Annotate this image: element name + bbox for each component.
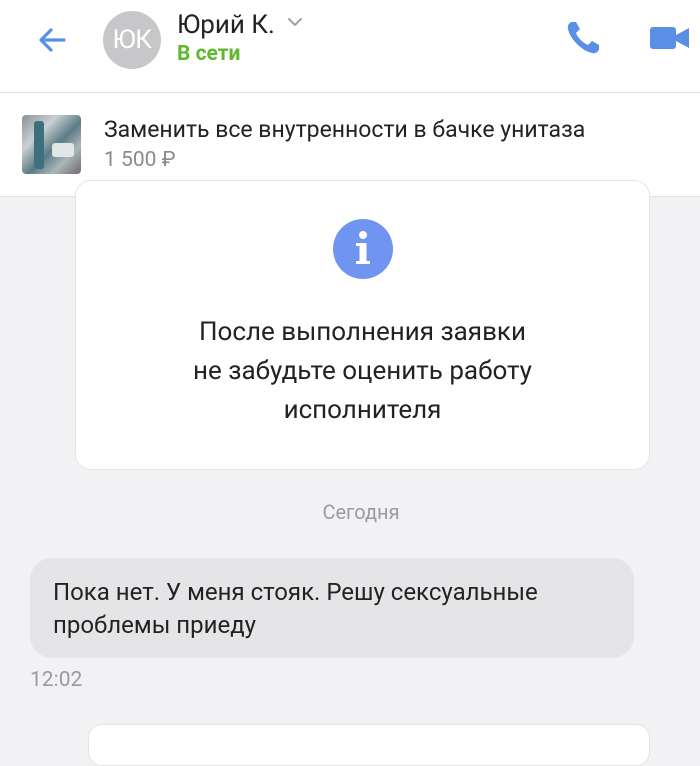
order-thumbnail	[22, 115, 81, 174]
contact-name[interactable]: Юрий К.	[177, 10, 275, 40]
reminder-line: исполнителя	[283, 395, 442, 425]
back-button[interactable]	[30, 20, 74, 64]
incoming-message-bubble[interactable]: Пока нет. У меня стояк. Решу сексуальные…	[30, 558, 634, 658]
info-icon	[333, 219, 393, 279]
message-line: Пока нет. У меня стояк. Решу сексуальные	[53, 578, 538, 606]
chat-header: ЮК Юрий К. В сети	[0, 0, 700, 93]
avatar[interactable]: ЮК	[103, 11, 161, 69]
message-text: Пока нет. У меня стояк. Решу сексуальные…	[53, 576, 623, 642]
order-price: 1 500 ₽	[104, 148, 176, 172]
arrow-left-icon	[39, 28, 66, 52]
reminder-text: После выполнения заявки не забудьте оцен…	[76, 313, 649, 430]
message-line: проблемы приеду	[53, 611, 257, 639]
video-camera-icon	[650, 27, 689, 49]
call-button[interactable]	[563, 18, 603, 58]
next-message-card	[88, 724, 650, 766]
order-title[interactable]: Заменить все внутренности в бачке унитаз…	[104, 116, 585, 143]
date-separator: Сегодня	[322, 500, 400, 524]
reminder-line: После выполнения заявки	[198, 317, 526, 347]
chevron-down-icon[interactable]	[287, 16, 303, 28]
rating-reminder-card: После выполнения заявки не забудьте оцен…	[75, 180, 650, 470]
reminder-line: не забудьте оценить работу	[193, 356, 532, 386]
online-status: В сети	[177, 42, 241, 66]
message-time: 12:02	[30, 668, 83, 692]
phone-icon	[567, 22, 599, 54]
video-call-button[interactable]	[648, 21, 692, 55]
